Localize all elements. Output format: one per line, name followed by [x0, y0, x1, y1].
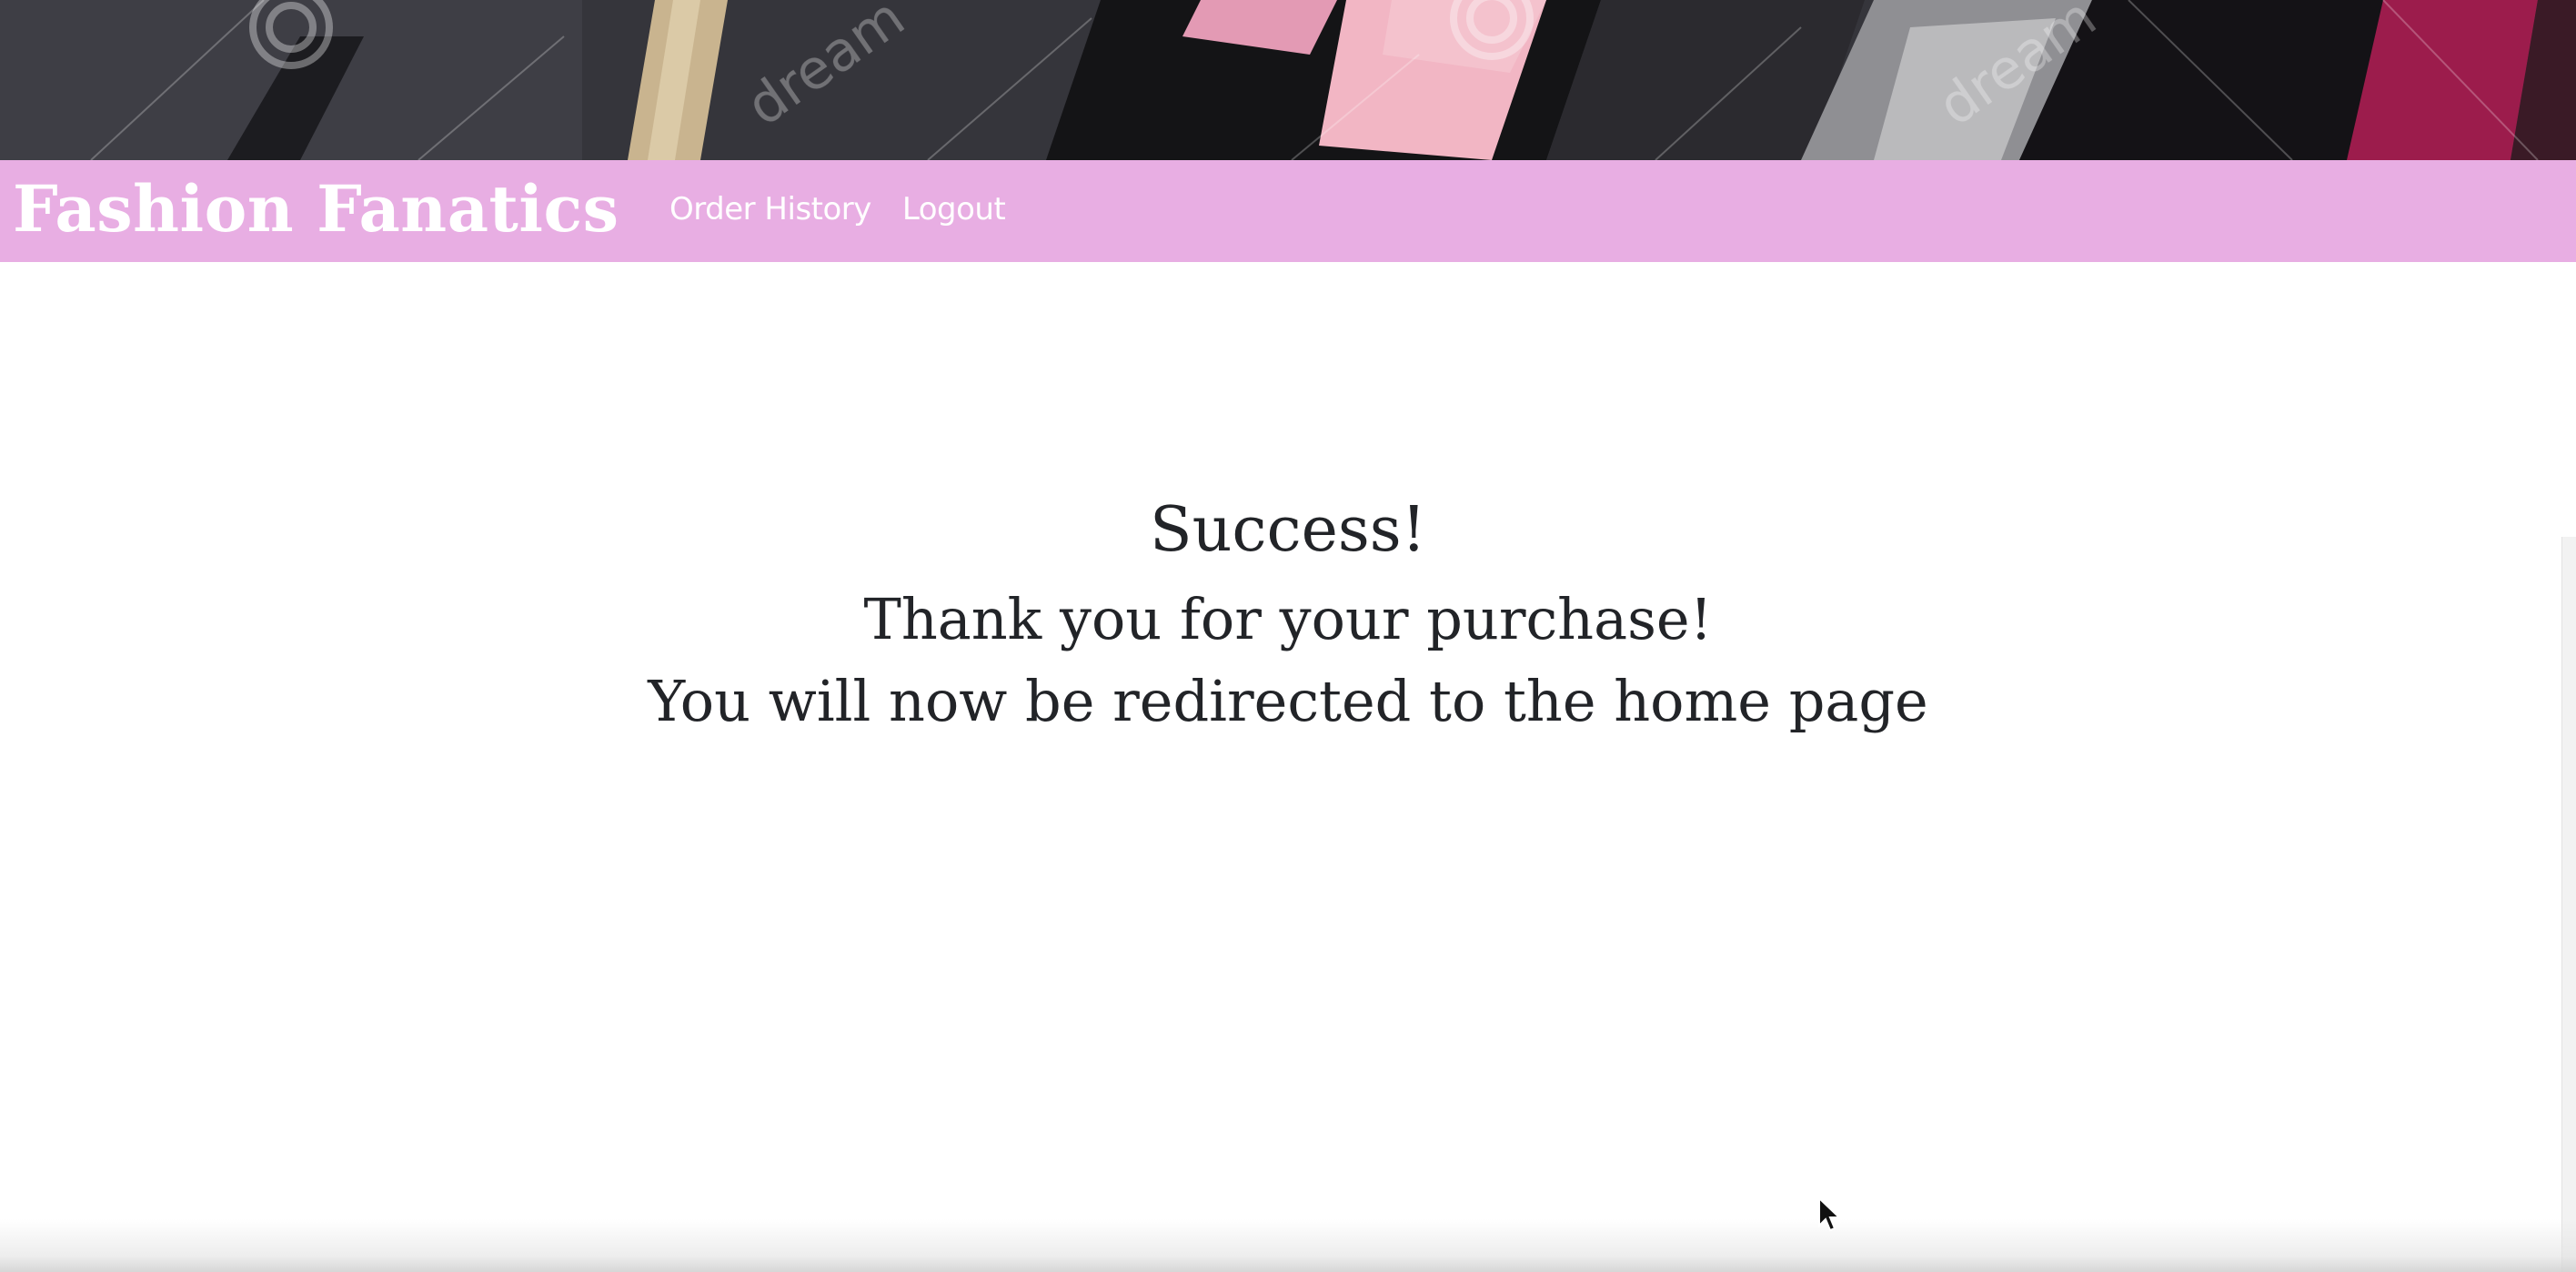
banner-photo: dream dream: [0, 0, 2576, 160]
nav-link-order-history[interactable]: Order History: [669, 187, 871, 231]
bottom-shadow: [0, 1219, 2576, 1272]
success-heading: Success!: [1150, 494, 1426, 566]
page: dream dream Fashion Fanatics Order Histo…: [0, 0, 2576, 1272]
arrow-cursor-icon: [1818, 1196, 1841, 1232]
banner-image: dream dream: [0, 0, 2576, 160]
redirect-text: You will now be redirected to the home p…: [648, 668, 1928, 734]
nav-link-logout[interactable]: Logout: [902, 187, 1006, 231]
navbar: Fashion Fanatics Order History Logout: [0, 160, 2576, 262]
thank-you-text: Thank you for your purchase!: [863, 586, 1713, 652]
brand-logo[interactable]: Fashion Fanatics: [13, 171, 619, 247]
scrollbar-track[interactable]: [2561, 537, 2576, 1272]
success-message: Success! Thank you for your purchase! Yo…: [0, 482, 2576, 742]
nav-links: Order History Logout: [669, 187, 1006, 231]
